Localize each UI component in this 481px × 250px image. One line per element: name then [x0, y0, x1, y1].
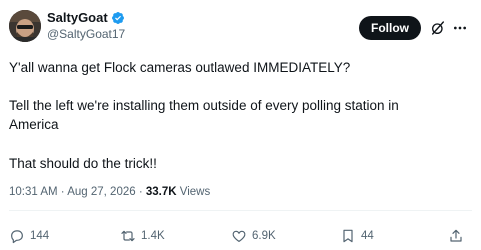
reply-button[interactable]: 144: [9, 227, 49, 245]
share-icon: [450, 229, 462, 242]
tweet-meta: 10:31 AM · Aug 27, 2026 · 33.7K Views: [9, 186, 210, 198]
display-name[interactable]: SaltyGoat: [47, 10, 108, 25]
tweet-paragraph: That should do the trick!!: [9, 156, 157, 171]
views-count: 33.7K: [145, 186, 177, 198]
author-block: SaltyGoat @SaltyGoat17: [47, 9, 125, 41]
reply-count: 144: [30, 230, 50, 242]
tweet-date[interactable]: Aug 27, 2026: [67, 186, 135, 198]
more-icon[interactable]: [452, 20, 468, 36]
heart-icon: [232, 230, 246, 242]
bookmark-button[interactable]: 44: [340, 227, 374, 245]
tweet-paragraph: Tell the left we're installing them outs…: [9, 98, 399, 132]
repost-button[interactable]: 1.4K: [120, 227, 165, 245]
avatar[interactable]: [9, 10, 41, 42]
tweet-time[interactable]: 10:31 AM: [9, 186, 58, 198]
repost-icon: [121, 230, 135, 242]
handle[interactable]: @SaltyGoat17: [47, 27, 125, 41]
follow-button[interactable]: Follow: [359, 16, 421, 40]
share-button[interactable]: [448, 227, 464, 245]
bookmark-icon: [343, 229, 353, 243]
verified-badge-icon: [111, 11, 124, 24]
views-label: Views: [179, 186, 211, 198]
like-count: 6.9K: [252, 230, 276, 242]
meta-separator: ·: [138, 186, 143, 198]
like-button[interactable]: 6.9K: [231, 227, 276, 245]
name-row: SaltyGoat: [47, 9, 125, 26]
divider: [9, 210, 472, 211]
tweet-paragraph: Y'all wanna get Flock cameras outlawed I…: [9, 60, 351, 75]
avatar-image: [9, 10, 41, 42]
tweet-card: SaltyGoat @SaltyGoat17 Follow Y'all wann…: [0, 0, 481, 250]
grok-icon[interactable]: [430, 20, 446, 36]
bookmark-count: 44: [361, 230, 374, 242]
repost-count: 1.4K: [141, 230, 165, 242]
reply-icon: [11, 230, 23, 244]
meta-separator: ·: [60, 186, 65, 198]
